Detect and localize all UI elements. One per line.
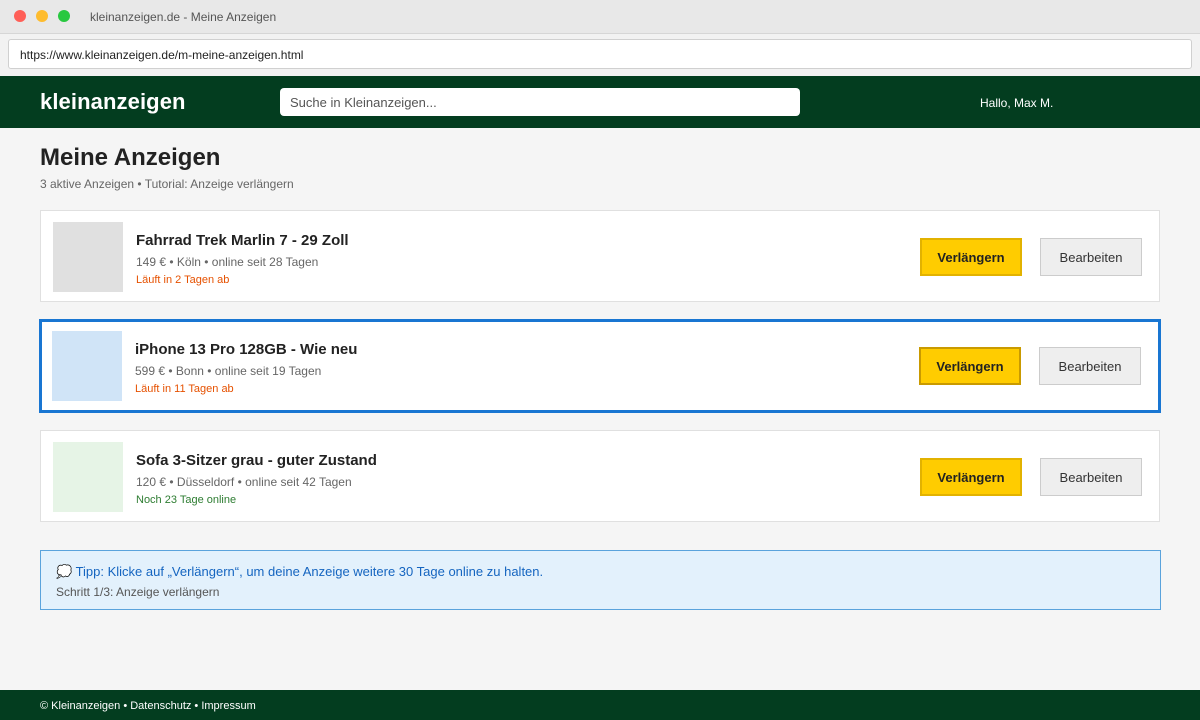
listing-card: Sofa 3-Sitzer grau - guter Zustand 120 €… (40, 430, 1160, 522)
listing-status: Noch 23 Tage online (136, 494, 237, 506)
close-window-icon[interactable] (14, 10, 26, 22)
window-title: kleinanzeigen.de - Meine Anzeigen (90, 10, 277, 24)
listing-card: Fahrrad Trek Marlin 7 - 29 Zoll 149 € • … (40, 210, 1160, 302)
address-bar[interactable]: https://www.kleinanzeigen.de/m-meine-anz… (8, 39, 1192, 69)
listing-status: Läuft in 11 Tagen ab (135, 383, 234, 395)
renew-button[interactable]: Verlängern (920, 458, 1022, 496)
renew-button[interactable]: Verlängern (920, 238, 1022, 276)
search-input[interactable] (280, 88, 800, 116)
site-header: kleinanzeigen Hallo, Max M. (0, 76, 1200, 128)
listing-title[interactable]: Fahrrad Trek Marlin 7 - 29 Zoll (136, 232, 349, 249)
site-footer: © Kleinanzeigen • Datenschutz • Impressu… (0, 690, 1200, 720)
tutorial-step-text: Schritt 1/3: Anzeige verlängern (56, 585, 220, 599)
footer-links[interactable]: © Kleinanzeigen • Datenschutz • Impressu… (40, 700, 256, 712)
listing-meta: 149 € • Köln • online seit 28 Tagen (136, 255, 319, 269)
renew-button[interactable]: Verlängern (919, 347, 1021, 385)
browser-toolbar: https://www.kleinanzeigen.de/m-meine-anz… (0, 34, 1200, 76)
edit-button[interactable]: Bearbeiten (1040, 238, 1142, 276)
page-title: Meine Anzeigen (40, 144, 221, 171)
page-subtitle: 3 aktive Anzeigen • Tutorial: Anzeige ve… (40, 177, 294, 191)
tutorial-tip-box: 💭 Tipp: Klicke auf „Verlängern“, um dein… (40, 550, 1161, 610)
edit-button[interactable]: Bearbeiten (1040, 458, 1142, 496)
maximize-window-icon[interactable] (58, 10, 70, 22)
listing-meta: 120 € • Düsseldorf • online seit 42 Tage… (136, 475, 352, 489)
minimize-window-icon[interactable] (36, 10, 48, 22)
listing-status: Läuft in 2 Tagen ab (136, 274, 230, 286)
tip-text: 💭 Tipp: Klicke auf „Verlängern“, um dein… (56, 564, 544, 579)
user-greeting[interactable]: Hallo, Max M. (980, 96, 1053, 110)
listing-thumbnail[interactable] (53, 442, 123, 512)
listing-thumbnail[interactable] (53, 222, 123, 292)
listing-meta: 599 € • Bonn • online seit 19 Tagen (135, 364, 322, 378)
browser-titlebar: kleinanzeigen.de - Meine Anzeigen (0, 0, 1200, 34)
edit-button[interactable]: Bearbeiten (1039, 347, 1141, 385)
listing-card-highlighted: iPhone 13 Pro 128GB - Wie neu 599 € • Bo… (39, 319, 1161, 413)
listing-title[interactable]: iPhone 13 Pro 128GB - Wie neu (135, 341, 357, 358)
listing-thumbnail[interactable] (52, 331, 122, 401)
listing-title[interactable]: Sofa 3-Sitzer grau - guter Zustand (136, 452, 377, 469)
site-logo[interactable]: kleinanzeigen (40, 89, 186, 115)
